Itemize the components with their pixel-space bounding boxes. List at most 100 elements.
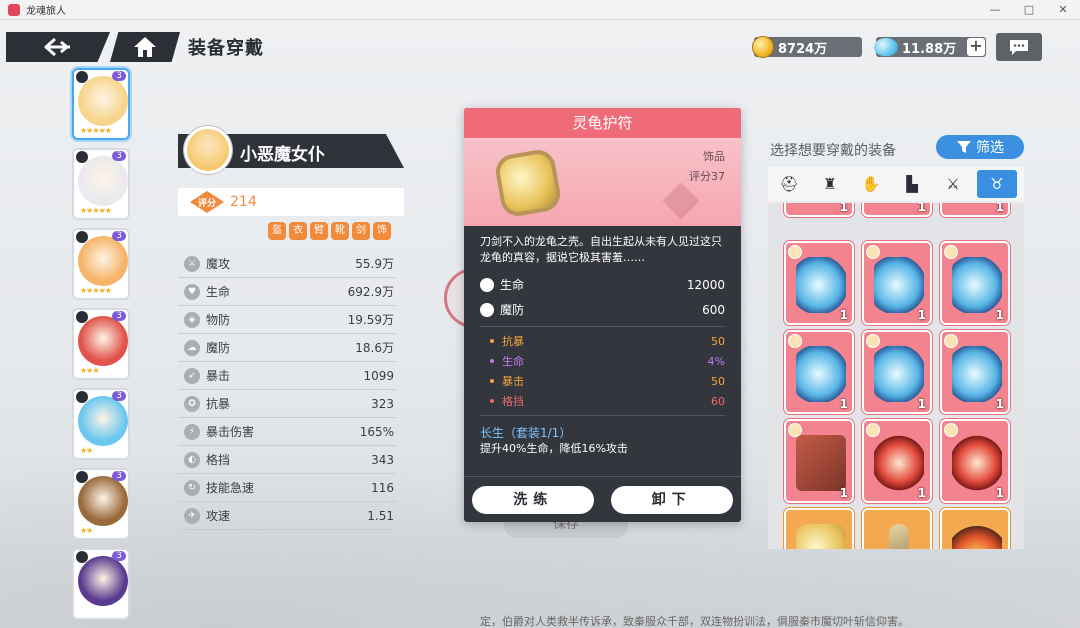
heart-decoration-icon xyxy=(662,182,700,220)
equipment-card[interactable] xyxy=(862,508,932,549)
stat-row: ⚔ 魔攻 55.9万 xyxy=(178,250,396,278)
window-controls: — □ ✕ xyxy=(978,0,1080,20)
equipment-card[interactable]: 1 xyxy=(862,203,932,217)
star-rating: ★★ xyxy=(80,446,93,455)
stat-row: ☁ 魔防 18.6万 xyxy=(178,334,396,362)
character-roster: 3 ★★★★★ 3 ★★★★★ 3 ★★★★★ 3 ★★★ 3 ★★ 3 ★★ 3 xyxy=(70,68,132,628)
gold-coin-icon xyxy=(752,36,774,58)
equipped-slot-icon[interactable]: 衣 xyxy=(289,222,307,240)
unequip-button[interactable]: 卸下 xyxy=(610,485,733,514)
roster-character-card[interactable]: 3 ★★★★★ xyxy=(72,228,130,300)
weapon-tab[interactable]: ⚔ xyxy=(936,170,970,198)
shell-equipment-icon xyxy=(796,524,846,549)
chat-bubble-icon xyxy=(1010,40,1028,55)
equipment-count: 1 xyxy=(917,203,926,214)
equipped-slot-icon[interactable]: 盔 xyxy=(268,222,286,240)
bullet-icon xyxy=(490,379,494,383)
equipped-slot-icon[interactable]: 剑 xyxy=(352,222,370,240)
equipment-card[interactable]: 1 xyxy=(862,419,932,503)
popup-actions: 洗练 卸下 xyxy=(464,476,741,522)
helmet-tab[interactable]: ⛑ xyxy=(772,170,806,198)
stat-row: ➶ 暴击 1099 xyxy=(178,362,396,390)
stat-value: 323 xyxy=(371,396,394,411)
armor-tab[interactable]: ♜ xyxy=(813,170,847,198)
bullet-icon xyxy=(490,339,494,343)
equipment-count: 1 xyxy=(917,397,926,411)
equipment-card[interactable]: 1 xyxy=(940,203,1010,217)
owner-avatar xyxy=(788,334,802,348)
equipment-card[interactable]: 1 xyxy=(940,330,1010,414)
gem-counter: 11.88万 + xyxy=(874,37,986,57)
roster-character-card[interactable]: 3 ★★ xyxy=(72,388,130,460)
water-equipment-icon xyxy=(796,257,846,313)
roster-character-card[interactable]: 3 ★★ xyxy=(72,468,130,540)
bullet-icon xyxy=(490,359,494,363)
add-gems-button[interactable]: + xyxy=(967,38,985,56)
stat-value: 19.59万 xyxy=(347,313,394,327)
equipment-card[interactable] xyxy=(940,508,1010,549)
equipment-card[interactable]: 1 xyxy=(862,241,932,325)
gold-counter: 8724万 xyxy=(752,36,862,58)
sub-stat-name: 抗暴 xyxy=(502,335,524,348)
water-equipment-icon xyxy=(796,346,846,402)
equipped-slot-icon[interactable]: 靴 xyxy=(331,222,349,240)
home-button[interactable] xyxy=(110,32,180,62)
equipment-card[interactable]: 1 xyxy=(784,241,854,325)
equipment-card[interactable]: 1 xyxy=(940,419,1010,503)
home-icon xyxy=(134,37,156,57)
owner-avatar xyxy=(866,245,880,259)
equipped-slot-icon[interactable]: 臂 xyxy=(310,222,328,240)
flower-equipment-icon xyxy=(874,435,924,491)
role-icon xyxy=(76,551,88,563)
filter-label: 筛选 xyxy=(976,140,1004,156)
level-badge: 3 xyxy=(112,471,126,481)
reforge-button[interactable]: 洗练 xyxy=(472,485,595,514)
equipment-card[interactable]: 1 xyxy=(862,330,932,414)
minimize-button[interactable]: — xyxy=(978,0,1012,20)
equipment-count: 1 xyxy=(839,308,848,322)
roster-character-card[interactable]: 3 xyxy=(72,548,130,620)
close-button[interactable]: ✕ xyxy=(1046,0,1080,20)
boots-tab[interactable]: ▙ xyxy=(895,170,929,198)
owner-avatar xyxy=(944,245,958,259)
level-badge: 3 xyxy=(112,551,126,561)
roster-character-card[interactable]: 3 ★★★ xyxy=(72,308,130,380)
main-stat-name: 生命 xyxy=(500,278,525,292)
item-main-stats: 生命 12000 魔防 600 xyxy=(464,272,741,322)
equipment-count: 1 xyxy=(995,486,1004,500)
stat-icon: ✪ xyxy=(184,395,200,412)
equipment-card[interactable]: 1 xyxy=(784,203,854,217)
equipment-card[interactable] xyxy=(784,508,854,549)
stat-name: 生命 xyxy=(206,285,231,299)
stat-value: 55.9万 xyxy=(355,257,394,271)
gem-icon xyxy=(874,38,898,56)
equipment-card[interactable]: 1 xyxy=(940,241,1010,325)
roster-character-card[interactable]: 3 ★★★★★ xyxy=(72,68,130,140)
accessory-tab[interactable]: ♉ xyxy=(977,170,1017,198)
maximize-button[interactable]: □ xyxy=(1012,0,1046,20)
back-button[interactable] xyxy=(6,32,110,62)
roster-character-card[interactable]: 3 ★★★★★ xyxy=(72,148,130,220)
background-story-text: 定，伯爵对人类救半传诉承，致秦服众千部，双连物扮训法，俱服秦市魔切叶斩信仰害。 xyxy=(480,615,909,628)
stat-value: 116 xyxy=(371,480,394,495)
water-equipment-icon xyxy=(874,346,924,402)
character-portrait xyxy=(78,316,128,366)
equipment-slot-tabs: ⛑ ♜ ✋ ▙ ⚔ ♉ xyxy=(768,167,1024,201)
heart-icon xyxy=(480,277,494,292)
equipment-card[interactable]: 1 xyxy=(784,419,854,503)
gloves-tab[interactable]: ✋ xyxy=(854,170,888,198)
chat-button[interactable] xyxy=(996,33,1042,61)
filter-button[interactable]: 筛选 xyxy=(936,135,1024,159)
set-divider xyxy=(480,415,725,416)
equipment-count: 1 xyxy=(995,308,1004,322)
character-portrait xyxy=(78,156,128,206)
tortoise-shell-amulet-icon xyxy=(493,147,563,219)
star-rating: ★★★★★ xyxy=(80,286,112,295)
item-detail-popup: 灵龟护符 饰品 评分37 刀剑不入的龙龟之壳。自出生起从未有人见过这只龙龟的真容… xyxy=(464,108,741,522)
role-icon xyxy=(76,311,88,323)
stat-icon: ♥ xyxy=(184,283,200,300)
fire-equipment-icon xyxy=(952,524,1002,549)
equipment-card[interactable]: 1 xyxy=(784,330,854,414)
equipped-slot-icon[interactable]: 饰 xyxy=(373,222,391,240)
level-badge: 3 xyxy=(112,311,126,321)
